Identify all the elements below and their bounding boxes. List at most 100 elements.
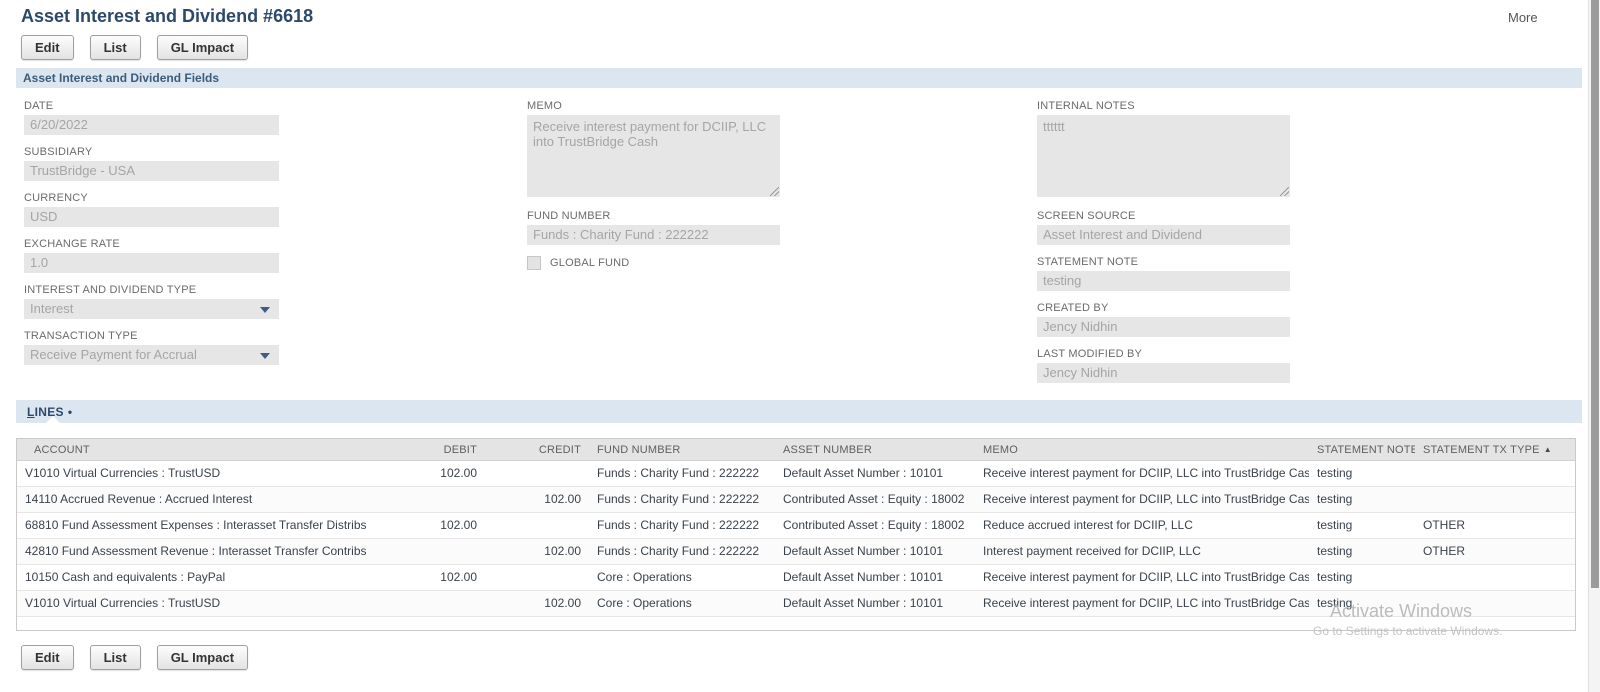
cell-statement-note: testing — [1309, 590, 1415, 617]
memo-field: Receive interest payment for DCIIP, LLC … — [527, 115, 780, 197]
field-label: INTERNAL NOTES — [1037, 100, 1135, 112]
subsidiary-field: TrustBridge - USA — [24, 161, 279, 181]
cell-debit — [429, 590, 485, 617]
cell-fund-number: Core : Operations — [589, 590, 775, 617]
lines-tab[interactable]: LINES • — [16, 400, 72, 424]
currency-field-group: CURRENCY USD — [24, 192, 279, 227]
resize-grip-icon — [1280, 187, 1289, 196]
cell-account: 14110 Accrued Revenue : Accrued Interest — [17, 486, 429, 513]
cell-debit — [429, 538, 485, 565]
lines-table: ACCOUNT DEBIT CREDIT FUND NUMBER ASSET NUMBE… — [17, 439, 1575, 617]
cell-credit: 102.00 — [485, 486, 589, 513]
cell-statement-tx-type — [1415, 564, 1575, 591]
dropdown-arrow-icon — [260, 307, 270, 313]
column-header-fund-number[interactable]: FUND NUMBER — [589, 439, 775, 461]
statement-note-field-group: STATEMENT NOTE testing — [1037, 256, 1290, 291]
currency-field: USD — [24, 207, 279, 227]
lines-section-header: LINES • — [16, 400, 1582, 423]
gl-impact-button[interactable]: GL Impact — [156, 35, 249, 60]
lines-table-container: ACCOUNT DEBIT CREDIT FUND NUMBER ASSET NUMBE… — [16, 438, 1576, 631]
cell-memo: Receive interest payment for DCIIP, LLC … — [975, 590, 1309, 617]
edit-button[interactable]: Edit — [21, 645, 74, 670]
dropdown-arrow-icon — [260, 353, 270, 359]
cell-statement-note: testing — [1309, 538, 1415, 565]
cell-fund-number: Funds : Charity Fund : 222222 — [589, 486, 775, 513]
cell-statement-tx-type — [1415, 460, 1575, 487]
created-by-field-group: CREATED BY Jency Nidhin — [1037, 302, 1290, 337]
top-toolbar: Edit List GL Impact — [21, 35, 249, 60]
exchange-rate-field: 1.0 — [24, 253, 279, 273]
screen-source-field-group: SCREEN SOURCE Asset Interest and Dividend — [1037, 210, 1290, 245]
transaction-type-field-group: TRANSACTION TYPE Receive Payment for Accr… — [24, 330, 279, 365]
memo-field-group: MEMO Receive interest payment for DCIIP, … — [527, 100, 780, 197]
cell-statement-note: testing — [1309, 486, 1415, 513]
column-header-debit[interactable]: DEBIT — [429, 439, 485, 461]
field-label: INTEREST AND DIVIDEND TYPE — [24, 284, 197, 296]
form-column-right: INTERNAL NOTES tttttt SCREEN SOURCE Asset I… — [1037, 100, 1290, 394]
cell-asset-number: Default Asset Number : 10101 — [775, 590, 975, 617]
table-row: V1010 Virtual Currencies : TrustUSD 102.0… — [17, 590, 1575, 617]
cell-asset-number: Default Asset Number : 10101 — [775, 538, 975, 565]
form-column-left: DATE 6/20/2022 SUBSIDIARY TrustBridge - USA… — [24, 100, 279, 376]
cell-statement-note: testing — [1309, 460, 1415, 487]
cell-asset-number: Contributed Asset : Equity : 18002 — [775, 512, 975, 539]
column-header-credit[interactable]: CREDIT — [485, 439, 589, 461]
last-modified-by-field-group: LAST MODIFIED BY Jency Nidhin — [1037, 348, 1290, 383]
list-button[interactable]: List — [89, 35, 141, 60]
more-link[interactable]: More — [1508, 10, 1538, 25]
list-button[interactable]: List — [89, 645, 141, 670]
fund-number-field-group: FUND NUMBER Funds : Charity Fund : 222222 — [527, 210, 780, 245]
form-column-middle: MEMO Receive interest payment for DCIIP, … — [527, 100, 780, 281]
cell-statement-tx-type — [1415, 590, 1575, 617]
edit-button[interactable]: Edit — [21, 35, 74, 60]
cell-asset-number: Default Asset Number : 10101 — [775, 564, 975, 591]
scrollbar-thumb[interactable] — [1591, 0, 1599, 588]
cell-debit: 102.00 — [429, 460, 485, 487]
field-label: DATE — [24, 100, 54, 112]
field-label: SCREEN SOURCE — [1037, 210, 1136, 222]
cell-account: 68810 Fund Assessment Expenses : Interas… — [17, 512, 429, 539]
cell-fund-number: Funds : Charity Fund : 222222 — [589, 538, 775, 565]
cell-statement-tx-type — [1415, 486, 1575, 513]
fields-section-header: Asset Interest and Dividend Fields — [16, 68, 1582, 88]
column-header-asset-number[interactable]: ASSET NUMBER — [775, 439, 975, 461]
cell-account: V1010 Virtual Currencies : TrustUSD — [17, 460, 429, 487]
cell-memo: Receive interest payment for DCIIP, LLC … — [975, 460, 1309, 487]
vertical-scrollbar[interactable] — [1588, 0, 1600, 692]
field-label: EXCHANGE RATE — [24, 238, 120, 250]
resize-grip-icon — [770, 187, 779, 196]
column-header-statement-tx-type[interactable]: STATEMENT TX TYPE ▲ — [1415, 439, 1575, 461]
column-header-account[interactable]: ACCOUNT — [17, 439, 429, 461]
created-by-field: Jency Nidhin — [1037, 317, 1290, 337]
interest-and-dividend-type-field-group: INTEREST AND DIVIDEND TYPE Interest — [24, 284, 279, 319]
cell-account: V1010 Virtual Currencies : TrustUSD — [17, 590, 429, 617]
gl-impact-button[interactable]: GL Impact — [156, 645, 249, 670]
date-field: 6/20/2022 — [24, 115, 279, 135]
field-label: GLOBAL FUND — [550, 257, 630, 269]
cell-credit — [485, 460, 589, 487]
cell-statement-tx-type: OTHER — [1415, 512, 1575, 539]
cell-memo: Reduce accrued interest for DCIIP, LLC — [975, 512, 1309, 539]
cell-fund-number: Funds : Charity Fund : 222222 — [589, 512, 775, 539]
cell-account: 42810 Fund Assessment Revenue : Interass… — [17, 538, 429, 565]
table-row: 68810 Fund Assessment Expenses : Interas… — [17, 512, 1575, 539]
global-fund-checkbox — [527, 256, 541, 270]
cell-debit: 102.00 — [429, 564, 485, 591]
field-label: LAST MODIFIED BY — [1037, 348, 1143, 360]
cell-debit — [429, 486, 485, 513]
cell-asset-number: Contributed Asset : Equity : 18002 — [775, 486, 975, 513]
cell-memo: Interest payment received for DCIIP, LLC — [975, 538, 1309, 565]
global-fund-field: GLOBAL FUND — [527, 256, 780, 270]
screen-source-field: Asset Interest and Dividend — [1037, 225, 1290, 245]
field-label: FUND NUMBER — [527, 210, 611, 222]
column-header-memo[interactable]: MEMO — [975, 439, 1309, 461]
cell-statement-note: testing — [1309, 512, 1415, 539]
internal-notes-field-group: INTERNAL NOTES tttttt — [1037, 100, 1290, 197]
bottom-toolbar: Edit List GL Impact — [21, 645, 249, 670]
exchange-rate-field-group: EXCHANGE RATE 1.0 — [24, 238, 279, 273]
record-page: Asset Interest and Dividend #6618 More E… — [0, 0, 1600, 692]
table-row: 10150 Cash and equivalents : PayPal 102.0… — [17, 564, 1575, 591]
column-header-statement-note[interactable]: STATEMENT NOTE — [1309, 439, 1415, 461]
cell-memo: Receive interest payment for DCIIP, LLC … — [975, 564, 1309, 591]
cell-statement-note: testing — [1309, 564, 1415, 591]
